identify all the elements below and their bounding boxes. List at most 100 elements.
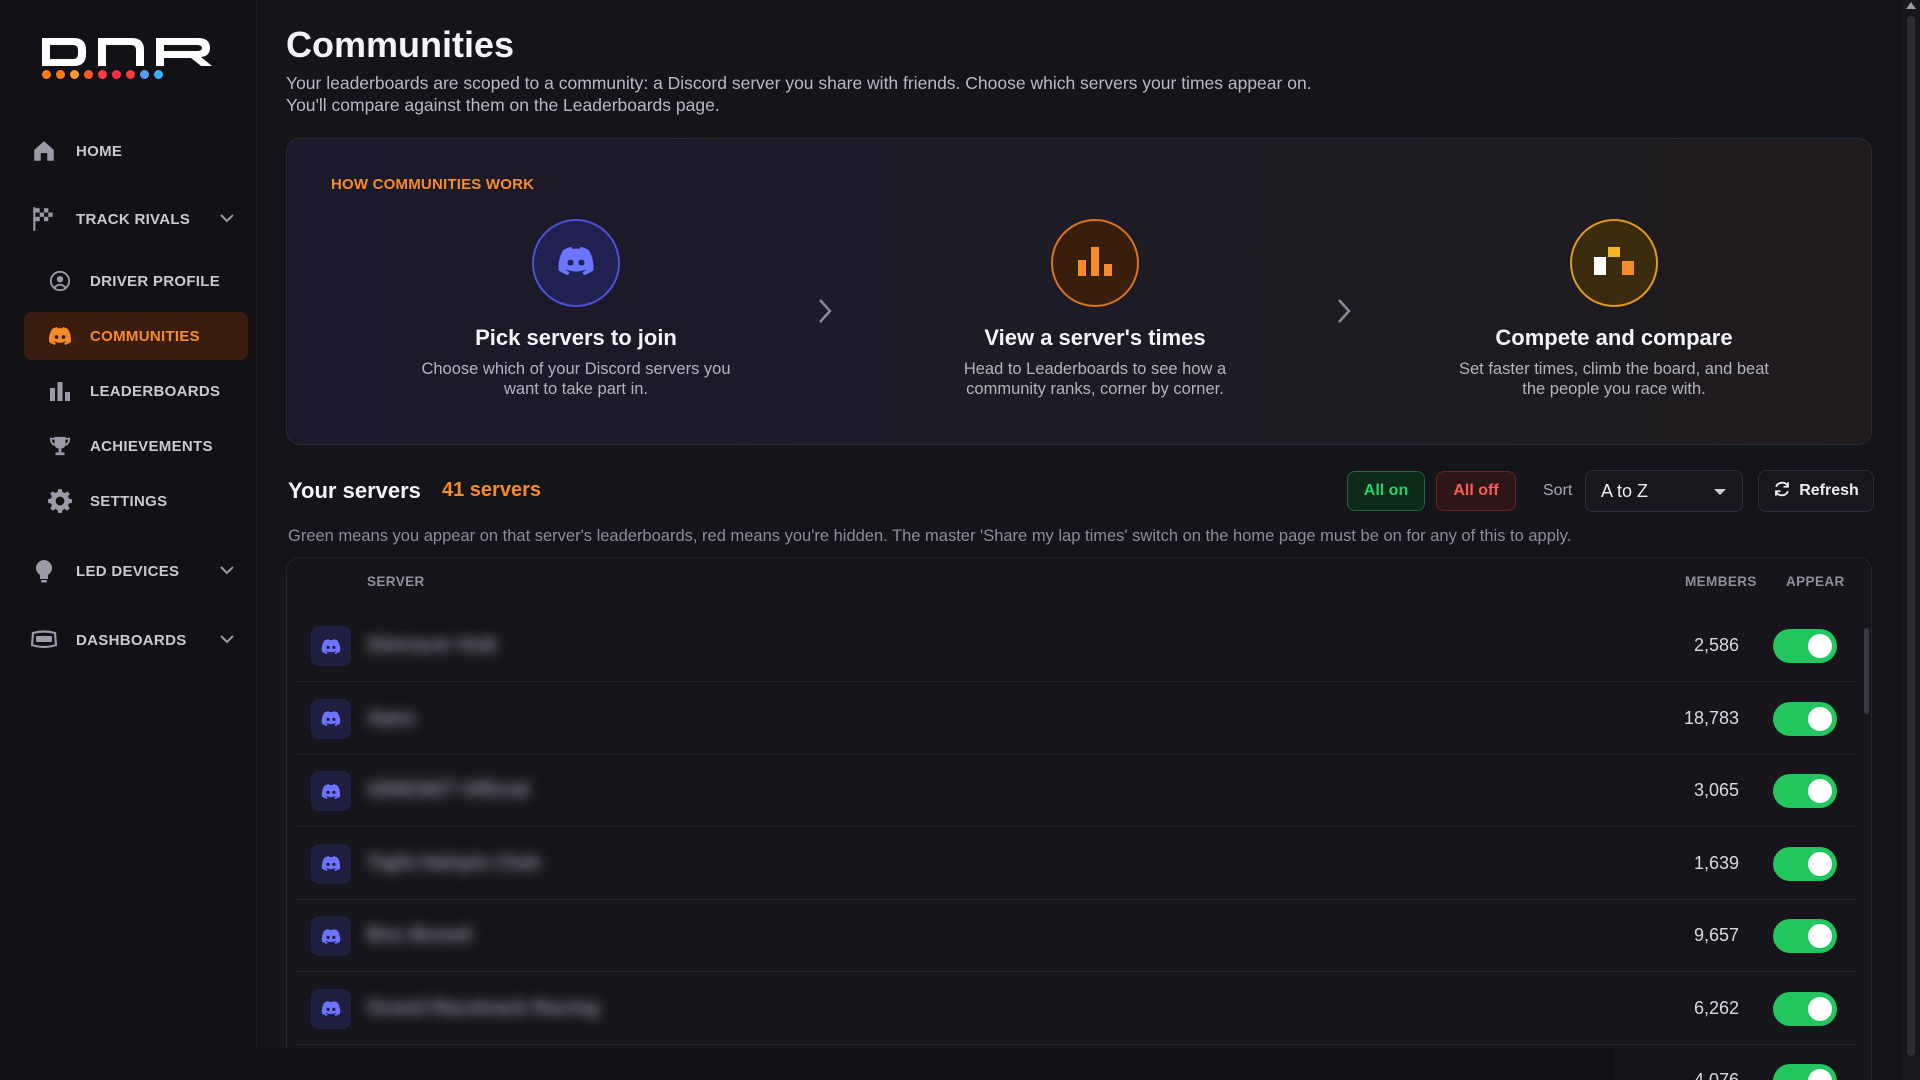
step-description: Set faster times, climb the board, and b…	[1434, 359, 1794, 399]
chevron-right-icon	[1334, 297, 1354, 330]
table-row: Tight Hairpin Club 1,639	[295, 828, 1855, 900]
chevron-right-icon	[815, 297, 835, 330]
appear-toggle[interactable]	[1773, 629, 1837, 663]
dashboard-icon	[30, 626, 58, 654]
sidebar-item-label: LEADERBOARDS	[90, 382, 221, 400]
discord-icon	[311, 988, 351, 1029]
step-description-line: want to take part in.	[504, 380, 648, 398]
step-description-line: Choose which of your Discord servers you	[421, 360, 731, 378]
bottom-bar	[60, 1048, 1614, 1080]
discord-icon	[311, 771, 351, 811]
sidebar-item-home[interactable]: HOME	[30, 126, 235, 176]
window-scrollbar[interactable]	[1902, 0, 1920, 1080]
appear-toggle[interactable]	[1773, 846, 1837, 881]
member-count: 6,262	[1693, 997, 1739, 1018]
how-heading: HOW COMMUNITIES WORK	[331, 176, 535, 193]
page-description: Your leaderboards are scoped to a commun…	[286, 72, 1486, 116]
table-row: Simracer Hub 2,586	[295, 610, 1855, 682]
user-circle-icon	[46, 267, 74, 295]
sidebar-item-label: ACHIEVEMENTS	[90, 437, 213, 455]
sidebar-item-settings[interactable]: SETTINGS	[24, 477, 248, 525]
podium-icon	[1592, 243, 1636, 284]
how-communities-work-card: HOW COMMUNITIES WORK Pick servers to joi…	[286, 138, 1872, 445]
appear-toggle[interactable]	[1773, 991, 1837, 1026]
discord-icon	[46, 322, 74, 350]
table-row: GRIDSET Official 3,065	[295, 755, 1855, 827]
step-icon-circle	[1570, 219, 1658, 307]
member-count: 3,065	[1693, 780, 1739, 800]
server-name: Apex	[367, 706, 416, 729]
chevron-down-icon[interactable]	[219, 631, 235, 652]
sidebar-item-label: DASHBOARDS	[76, 631, 187, 649]
column-header-members: MEMBERS	[1685, 574, 1757, 589]
discord-icon	[311, 843, 351, 884]
server-name: GRIDSET Official	[367, 779, 530, 801]
description-line: Your leaderboards are scoped to a commun…	[286, 73, 1312, 93]
caret-down-icon	[1714, 489, 1726, 495]
step-description-line: the people you race with.	[1522, 380, 1706, 398]
chevron-down-icon[interactable]	[219, 210, 235, 231]
discord-icon	[311, 626, 351, 666]
sidebar-item-label: TRACK RIVALS	[76, 210, 191, 228]
logo-dots	[42, 70, 163, 79]
chevron-down-icon[interactable]	[219, 562, 235, 583]
sidebar-item-track-rivals[interactable]: TRACK RIVALS	[30, 194, 235, 244]
appear-toggle[interactable]	[1773, 919, 1837, 953]
refresh-label: Refresh	[1799, 482, 1859, 499]
sidebar-item-label: SETTINGS	[90, 492, 168, 510]
table-scrollbar[interactable]	[1864, 628, 1869, 714]
servers-title: Your servers	[288, 478, 421, 503]
step-icon-circle	[1051, 219, 1139, 307]
discord-icon	[311, 698, 351, 739]
discord-icon	[557, 246, 595, 281]
sidebar: HOME TRACK RIVALS DRIVER PROFILE COMMUNI…	[0, 0, 257, 1080]
sidebar-item-communities[interactable]: COMMUNITIES	[24, 312, 248, 360]
server-name: Simracer Hub	[367, 634, 498, 656]
step-description: Head to Leaderboards to see how a commun…	[915, 359, 1275, 399]
sidebar-item-label: LED DEVICES	[76, 562, 180, 580]
dnr-logo[interactable]	[40, 34, 214, 84]
appear-toggle[interactable]	[1773, 774, 1837, 808]
servers-table: SERVER MEMBERS APPEAR Simracer Hub 2,586 A…	[286, 557, 1872, 1080]
bar-chart-icon	[46, 377, 74, 405]
description-line: You'll compare against them on the Leade…	[286, 95, 720, 115]
sort-select[interactable]: A to Z	[1585, 470, 1743, 512]
scroll-up-icon[interactable]	[1906, 2, 1916, 9]
checkered-flag-icon	[30, 205, 58, 233]
sidebar-item-leaderboards[interactable]: LEADERBOARDS	[24, 367, 248, 415]
member-count: 1,639	[1693, 852, 1739, 873]
sidebar-item-achievements[interactable]: ACHIEVEMENTS	[24, 422, 248, 470]
sidebar-item-dashboards[interactable]: DASHBOARDS	[30, 615, 235, 665]
step-description-line: Set faster times, climb the board, and b…	[1459, 360, 1769, 378]
sidebar-item-label: HOME	[76, 142, 123, 160]
scroll-thumb[interactable]	[1907, 16, 1915, 1056]
sidebar-item-driver-profile[interactable]: DRIVER PROFILE	[24, 257, 248, 305]
logo-wordmark	[42, 38, 212, 66]
column-header-appear: APPEAR	[1786, 574, 1845, 589]
step-compete: Compete and compare Set faster times, cl…	[1434, 219, 1794, 399]
table-row: Grand Racetrack Racing 6,262	[295, 973, 1855, 1045]
step-description: Choose which of your Discord servers you…	[396, 359, 756, 399]
main-content: Communities Your leaderboards are scoped…	[258, 0, 1900, 1080]
refresh-button[interactable]: Refresh	[1758, 470, 1874, 512]
all-off-button[interactable]: All off	[1436, 471, 1516, 511]
sidebar-item-led-devices[interactable]: LED DEVICES	[30, 546, 235, 596]
sort-selected-value: A to Z	[1601, 480, 1649, 501]
table-row: Box Boxed 9,657	[295, 900, 1855, 972]
all-on-button[interactable]: All on	[1347, 471, 1425, 511]
step-view-times: View a server's times Head to Leaderboar…	[915, 219, 1275, 399]
appear-toggle[interactable]	[1773, 701, 1837, 736]
sidebar-item-label: COMMUNITIES	[90, 327, 200, 345]
servers-count-badge: 41 servers	[442, 479, 541, 501]
member-count: 9,657	[1693, 925, 1739, 945]
step-icon-circle	[532, 219, 620, 307]
home-icon	[30, 137, 58, 165]
discord-icon	[311, 916, 351, 956]
step-description-line: community ranks, corner by corner.	[966, 380, 1224, 398]
step-title: Pick servers to join	[475, 325, 677, 350]
step-title: View a server's times	[984, 325, 1206, 350]
servers-hint: Green means you appear on that server's …	[288, 527, 1572, 545]
step-title: Compete and compare	[1495, 325, 1733, 350]
step-description-line: Head to Leaderboards to see how a	[963, 360, 1227, 378]
appear-toggle[interactable]	[1773, 1064, 1837, 1080]
